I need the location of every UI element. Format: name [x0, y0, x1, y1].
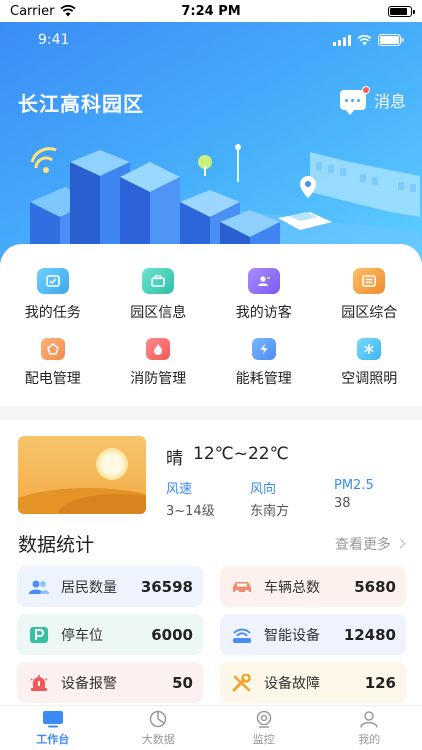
park-info-icon: [142, 268, 175, 294]
weather-item-key: 风向: [250, 482, 277, 497]
view-more-link[interactable]: 查看更多: [335, 534, 406, 554]
menu-item-my-visitors[interactable]: 我的访客: [211, 268, 317, 322]
messages-label: 消息: [373, 92, 406, 111]
tab-profile[interactable]: 我的: [317, 706, 422, 750]
menu-item-label: 园区信息: [130, 305, 187, 321]
weather-item-key: PM2.5: [334, 478, 374, 493]
profile-icon: [358, 710, 380, 728]
chevron-right-icon: [395, 538, 406, 549]
tab-label: 监控: [252, 732, 275, 746]
stats-header: 数据统计 查看更多: [18, 530, 406, 557]
stat-card-residents[interactable]: 居民数量 36598: [17, 566, 203, 607]
ac-light-icon: [357, 338, 382, 360]
battery-icon: [388, 5, 415, 17]
alarm-icon: [27, 673, 51, 693]
stat-label: 居民数量: [61, 579, 117, 596]
menu-item-park-info[interactable]: 园区信息: [106, 268, 212, 322]
stat-label: 智能设备: [264, 627, 320, 644]
power-icon: [40, 338, 65, 360]
menu-item-label: 我的任务: [24, 305, 81, 321]
stat-label: 设备报警: [61, 675, 117, 692]
parking-icon: [27, 625, 51, 645]
stat-label: 车辆总数: [264, 579, 320, 596]
signal-icon: [333, 34, 351, 46]
main-content: 晴 12℃~22℃ 风速 3~14级 风向东南方 PM2.5 38 数据统计 查看更…: [0, 420, 422, 705]
inner-status-bar: 9:41: [38, 32, 404, 48]
view-more-label: 查看更多: [335, 536, 391, 553]
weather-summary: 晴 12℃~22℃: [166, 444, 289, 469]
wifi-icon: [60, 5, 77, 17]
carrier-label: Carrier: [10, 3, 55, 19]
header-banner: 9:41 长江高科园区 消息: [0, 22, 422, 272]
quick-menu-panel: 我的任务 园区信息 我的访客 园区综合 配电管理 消防管理 能耗管理 空调照明: [0, 244, 422, 406]
bigdata-icon: [147, 710, 169, 728]
messages-button[interactable]: 消息: [339, 86, 406, 115]
stats-grid: 居民数量 36598 车辆总数 5680 停车位 6000 智能设备 12480…: [17, 566, 406, 703]
weather-item: 风速 3~14级: [166, 478, 250, 519]
stat-value: 5680: [354, 577, 396, 596]
message-icon: [339, 86, 370, 115]
inner-time: 9:41: [38, 32, 70, 48]
smart-device-icon: [230, 625, 254, 645]
ios-status-bar: Carrier 7:24 PM: [0, 0, 422, 22]
wifi-icon: [357, 34, 372, 46]
weather-item-value: 3~14级: [166, 504, 215, 519]
tab-workbench[interactable]: 工作台: [0, 706, 106, 750]
weather-item-value: 东南方: [250, 504, 290, 519]
menu-item-power-management[interactable]: 配电管理: [0, 338, 106, 388]
section-title: 数据统计: [18, 534, 95, 556]
stat-label: 停车位: [61, 627, 103, 644]
stat-label: 设备故障: [264, 675, 320, 692]
weather-item-value: 38: [334, 496, 351, 511]
stat-value: 12480: [343, 625, 396, 644]
menu-item-label: 空调照明: [341, 371, 398, 387]
vehicle-icon: [230, 577, 254, 597]
menu-item-park-general[interactable]: 园区综合: [317, 268, 422, 322]
stat-value: 6000: [151, 625, 193, 644]
menu-item-ac-lighting[interactable]: 空调照明: [317, 338, 422, 388]
battery-icon: [378, 34, 404, 46]
quick-menu-grid: 我的任务 园区信息 我的访客 园区综合 配电管理 消防管理 能耗管理 空调照明: [0, 268, 422, 388]
energy-icon: [251, 338, 276, 360]
stat-value: 36598: [140, 577, 193, 596]
weather-item: 风向 东南方: [250, 478, 334, 519]
menu-item-label: 能耗管理: [235, 371, 292, 387]
menu-item-fire-management[interactable]: 消防管理: [106, 338, 212, 388]
weather-image: [18, 436, 146, 514]
stat-card-device-faults[interactable]: 设备故障 126: [220, 662, 406, 703]
stat-card-parking[interactable]: 停车位 6000: [17, 614, 203, 655]
menu-item-label: 配电管理: [24, 371, 81, 387]
park-general-icon: [353, 268, 386, 294]
tab-label: 我的: [358, 732, 381, 746]
menu-item-label: 园区综合: [341, 305, 398, 321]
stat-card-vehicles[interactable]: 车辆总数 5680: [220, 566, 406, 607]
page-title: 长江高科园区: [18, 92, 144, 116]
weather-temperature: 12℃~22℃: [193, 444, 289, 464]
tab-monitor[interactable]: 监控: [211, 706, 317, 750]
menu-item-label: 消防管理: [130, 371, 187, 387]
camera-icon: [253, 710, 275, 728]
menu-item-energy-management[interactable]: 能耗管理: [211, 338, 317, 388]
tab-big-data[interactable]: 大数据: [106, 706, 212, 750]
weather-item-key: 风速: [166, 482, 193, 497]
task-icon: [36, 268, 69, 294]
weather-item: PM2.5 38: [334, 478, 414, 519]
fault-icon: [230, 673, 254, 693]
weather-condition: 晴: [166, 449, 183, 469]
menu-item-my-tasks[interactable]: 我的任务: [0, 268, 106, 322]
tab-label: 大数据: [141, 732, 175, 746]
stat-value: 50: [172, 673, 193, 692]
stat-value: 126: [364, 673, 396, 692]
residents-icon: [27, 577, 51, 597]
fire-icon: [146, 338, 171, 360]
weather-details: 风速 3~14级 风向东南方 PM2.5 38: [166, 478, 414, 519]
visitor-icon: [247, 268, 280, 294]
menu-item-label: 我的访客: [235, 305, 292, 321]
stat-card-device-alarms[interactable]: 设备报警 50: [17, 662, 203, 703]
workbench-icon: [42, 710, 64, 728]
weather-card[interactable]: 晴 12℃~22℃ 风速 3~14级 风向东南方 PM2.5 38: [18, 436, 408, 519]
tab-label: 工作台: [36, 732, 70, 746]
stat-card-smart-devices[interactable]: 智能设备 12480: [220, 614, 406, 655]
bottom-tab-bar: 工作台 大数据 监控 我的: [0, 705, 422, 750]
